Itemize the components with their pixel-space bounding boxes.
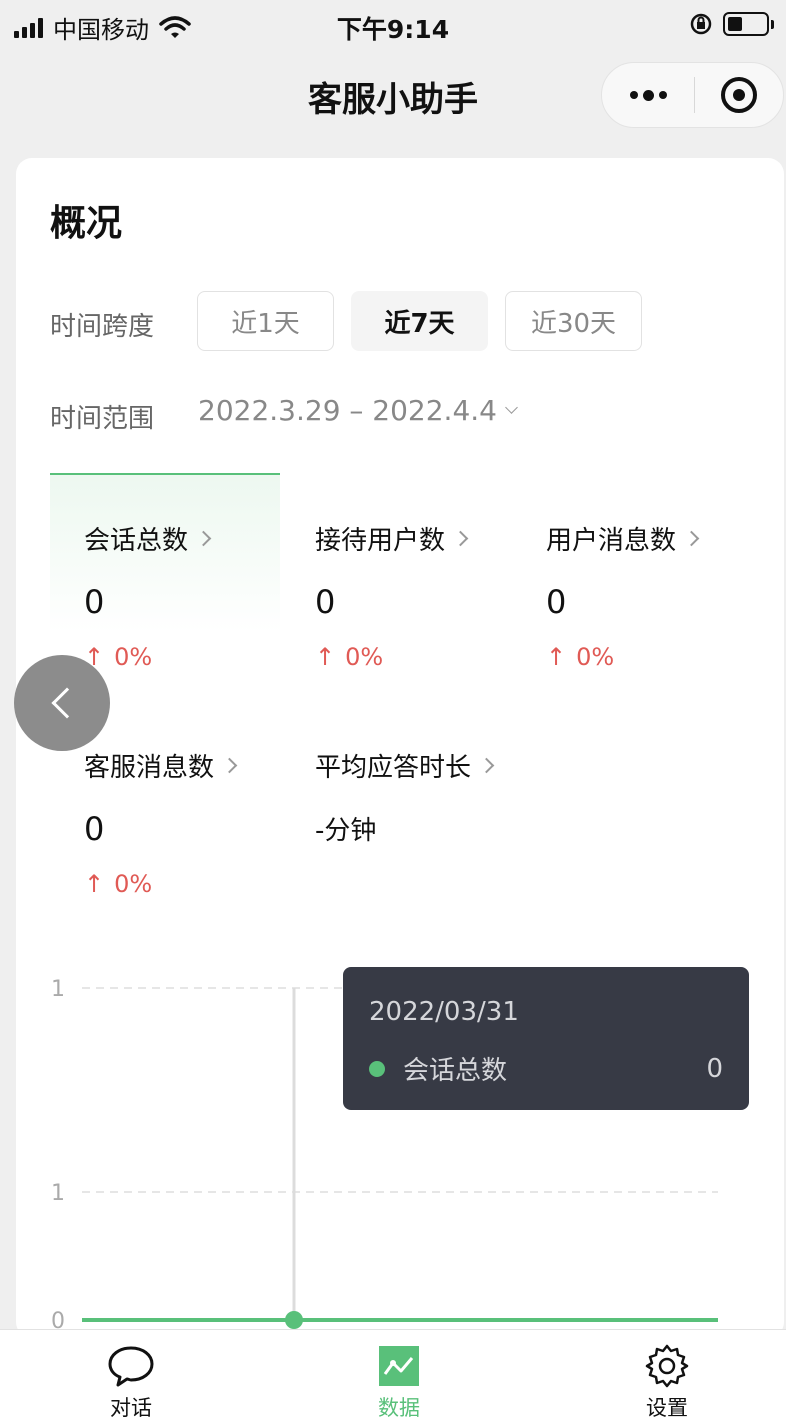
chart-tooltip: 2022/03/31 会话总数 0 <box>343 967 749 1110</box>
arrow-up-icon: ↑ <box>546 643 567 671</box>
tooltip-series-name: 会话总数 <box>403 1056 508 1086</box>
status-time: 下午9:14 <box>336 15 450 44</box>
close-miniprogram-button[interactable] <box>695 77 783 113</box>
chevron-down-icon <box>505 401 518 414</box>
floating-back-button[interactable] <box>14 655 110 751</box>
metric-label: 接待用户数 <box>315 526 446 556</box>
tab-chat[interactable]: 对话 <box>61 1330 201 1422</box>
chevron-right-icon <box>478 757 495 774</box>
time-range-label: 时间范围 <box>50 404 155 434</box>
y-tick-label: 1 <box>51 1181 65 1206</box>
data-point <box>285 1311 303 1329</box>
chevron-right-icon <box>683 530 700 547</box>
tab-label: 设置 <box>646 1396 688 1420</box>
metric-change: ↑ 0% <box>315 643 384 671</box>
time-range-value: 2022.3.29 – 2022.4.4 <box>198 394 497 427</box>
series-dot-icon <box>369 1060 385 1077</box>
metric-label: 会话总数 <box>84 526 189 556</box>
arrow-up-icon: ↑ <box>315 643 336 671</box>
metric-agent-messages[interactable]: 客服消息数 0 ↑ 0% <box>84 747 314 898</box>
metric-served-users[interactable]: 接待用户数 0 ↑ 0% <box>315 520 545 671</box>
metric-value: -分钟 <box>315 816 377 846</box>
metric-label: 平均应答时长 <box>315 753 472 783</box>
metric-change: ↑ 0% <box>84 643 153 671</box>
mini-program-capsule <box>601 62 784 128</box>
arrow-up-icon: ↑ <box>84 870 105 898</box>
chat-bubble-icon <box>108 1346 154 1387</box>
tooltip-value: 0 <box>706 1053 723 1084</box>
chevron-right-icon <box>221 757 238 774</box>
metric-user-messages[interactable]: 用户消息数 0 ↑ 0% <box>546 520 776 671</box>
metric-value: 0 <box>546 583 567 621</box>
metric-label: 客服消息数 <box>84 753 215 783</box>
tab-bar: 对话 数据 设置 <box>0 1329 786 1422</box>
chevron-left-icon <box>51 687 83 719</box>
status-bar: 中国移动 下午9:14 <box>0 0 786 52</box>
time-range-selector[interactable]: 2022.3.29 – 2022.4.4 <box>198 394 518 427</box>
metric-change: ↑ 0% <box>84 870 153 898</box>
metric-label: 用户消息数 <box>546 526 677 556</box>
chevron-right-icon <box>452 530 469 547</box>
metric-value: 0 <box>315 583 336 621</box>
battery-icon <box>723 12 769 36</box>
time-span-label: 时间跨度 <box>50 312 155 342</box>
time-span-1d[interactable]: 近1天 <box>197 291 334 351</box>
metric-value: 0 <box>84 583 105 621</box>
y-tick-label: 1 <box>51 977 65 1002</box>
more-dots-icon[interactable] <box>602 89 694 101</box>
metric-change: ↑ 0% <box>546 643 615 671</box>
tab-data[interactable]: 数据 <box>329 1330 469 1422</box>
metric-value: 0 <box>84 810 105 848</box>
tab-label: 数据 <box>378 1396 420 1420</box>
time-span-7d[interactable]: 近7天 <box>351 291 488 351</box>
tab-label: 对话 <box>110 1396 152 1420</box>
overview-card: 概况 时间跨度 近1天 近7天 近30天 时间范围 2022.3.29 – 20… <box>16 158 784 1338</box>
data-chart-icon <box>379 1346 419 1386</box>
metric-sessions[interactable]: 会话总数 0 ↑ 0% <box>84 520 314 671</box>
rotation-lock-icon <box>690 13 712 35</box>
overview-title: 概况 <box>50 203 123 244</box>
target-circle-icon <box>721 77 757 113</box>
nav-bar: 客服小助手 <box>0 52 786 140</box>
chevron-right-icon <box>195 530 212 547</box>
tab-settings[interactable]: 设置 <box>597 1330 737 1422</box>
gear-icon <box>645 1344 689 1388</box>
metric-avg-response-time[interactable]: 平均应答时长 -分钟 <box>315 747 545 847</box>
time-span-30d[interactable]: 近30天 <box>505 291 642 351</box>
tooltip-date: 2022/03/31 <box>369 997 519 1027</box>
